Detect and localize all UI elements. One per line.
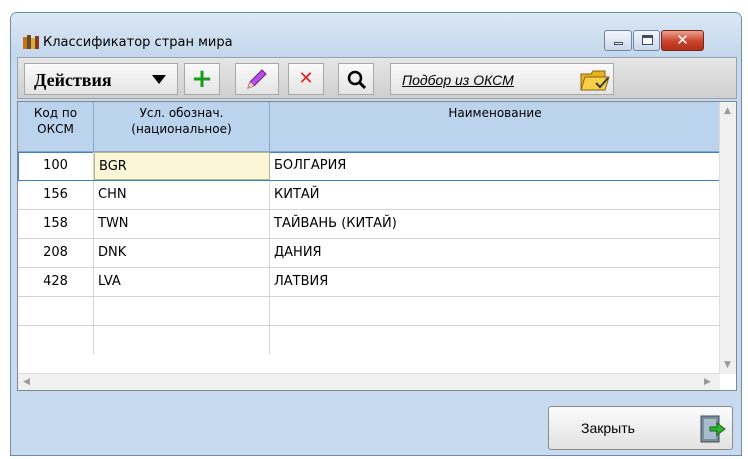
column-header-code[interactable]: Код по ОКСМ [18, 102, 94, 152]
add-button[interactable]: + [184, 63, 220, 95]
scroll-left-icon[interactable]: ◀ [23, 377, 30, 387]
close-label: Закрыть [581, 420, 635, 436]
scroll-right-icon[interactable]: ▶ [704, 377, 711, 387]
horizontal-scrollbar[interactable]: ◀ ▶ [18, 373, 720, 390]
edit-button[interactable] [235, 63, 279, 95]
select-from-okcm-button[interactable]: Подбор из ОКСМ [390, 63, 614, 95]
folder-icon [580, 70, 610, 91]
table-header: Код по ОКСМ Усл. обознач. (национальное)… [18, 102, 720, 152]
maximize-button[interactable] [633, 30, 660, 51]
table-row-empty[interactable] [18, 297, 720, 326]
cell-name: ДАНИЯ [274, 245, 322, 260]
cell-code: 100 [18, 152, 94, 180]
column-header-name[interactable]: Наименование [270, 102, 720, 152]
cell-abbr: DNK [94, 239, 270, 267]
close-window-button[interactable]: ✕ [661, 30, 704, 51]
books-icon [23, 35, 39, 49]
okcm-label: Подбор из ОКСМ [402, 72, 514, 88]
scroll-up-icon[interactable]: ▲ [724, 106, 731, 116]
window-title: Классификатор стран мира [43, 35, 233, 50]
cell-code [18, 326, 94, 354]
pencil-icon [247, 69, 267, 89]
app-window: Классификатор стран мира ✕ Действия + ✕ [10, 12, 742, 456]
actions-label: Действия [34, 70, 112, 90]
countries-table[interactable]: Код по ОКСМ Усл. обознач. (национальное)… [17, 101, 737, 391]
cell-name [270, 326, 720, 354]
cell-name [270, 297, 720, 325]
scroll-down-icon[interactable]: ▼ [724, 360, 731, 370]
cell-code: 156 [18, 181, 94, 209]
table-row[interactable]: 428 LVA ЛАТВИЯ [18, 268, 720, 297]
cell-abbr: CHN [94, 181, 270, 209]
cell-abbr: LVA [94, 268, 270, 296]
cell-abbr [94, 297, 270, 325]
delete-button[interactable]: ✕ [288, 63, 324, 95]
maximize-icon [642, 35, 653, 45]
cell-code: 158 [18, 210, 94, 238]
search-button[interactable] [338, 63, 374, 95]
cell-name: ТАЙВАНЬ (КИТАЙ) [274, 216, 397, 231]
toolbar: Действия + ✕ Подбор из ОКСМ [17, 57, 737, 99]
delete-x-icon: ✕ [298, 68, 314, 89]
table-row[interactable]: 208 DNK ДАНИЯ [18, 239, 720, 268]
table-row[interactable]: 100 BGR БОЛГАРИЯ [18, 152, 720, 181]
vertical-scrollbar[interactable]: ▲ ▼ [719, 102, 736, 374]
cell-name: КИТАЙ [274, 187, 320, 202]
cell-name: БОЛГАРИЯ [274, 158, 347, 173]
minimize-icon [614, 42, 623, 45]
table-row[interactable]: 158 TWN ТАЙВАНЬ (КИТАЙ) [18, 210, 720, 239]
cell-code [18, 297, 94, 325]
cell-code: 428 [18, 268, 94, 296]
minimize-button[interactable] [604, 30, 632, 51]
plus-icon: + [191, 64, 213, 94]
actions-menu-button[interactable]: Действия [24, 63, 178, 95]
cell-abbr [94, 326, 270, 354]
exit-door-icon [700, 415, 726, 443]
close-button[interactable]: Закрыть [548, 406, 733, 450]
cell-abbr: TWN [94, 210, 270, 238]
title-bar[interactable]: Классификатор стран мира ✕ [11, 13, 741, 57]
cell-abbr[interactable]: BGR [94, 152, 270, 180]
column-header-abbr[interactable]: Усл. обознач. (национальное) [94, 102, 270, 152]
cell-code: 208 [18, 239, 94, 267]
table-row[interactable]: 156 CHN КИТАЙ [18, 181, 720, 210]
cell-name: ЛАТВИЯ [274, 274, 329, 289]
close-icon: ✕ [676, 31, 689, 49]
dropdown-arrow-icon [152, 75, 166, 84]
magnifier-icon [347, 70, 367, 90]
table-row-empty[interactable] [18, 326, 720, 356]
